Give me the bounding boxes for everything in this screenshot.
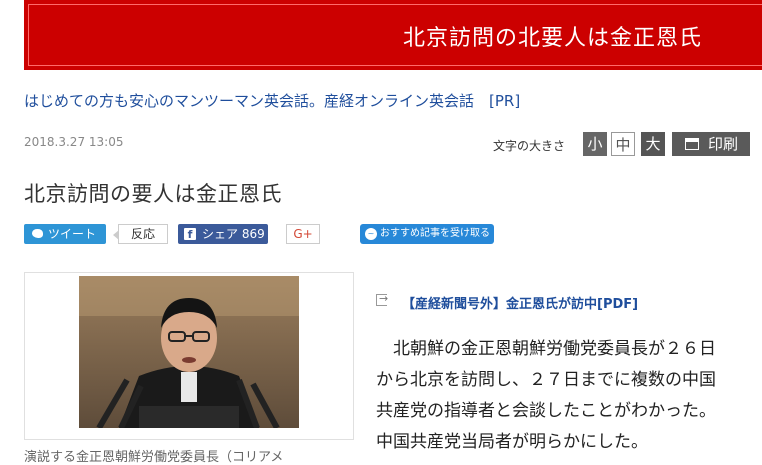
article-body: 北朝鮮の金正恩朝鮮労働党委員長が２６日 から北京を訪問し、２７日までに複数の中国…: [376, 334, 762, 458]
facebook-share-button[interactable]: f シェア 869: [178, 224, 268, 244]
pdf-extra-link[interactable]: 【産経新聞号外】金正恩氏が訪中[PDF]: [376, 292, 639, 312]
article-date: 2018.3.27 13:05: [24, 135, 124, 149]
pdf-link-label: 【産経新聞号外】金正恩氏が訪中[PDF]: [402, 297, 639, 312]
body-line: 北朝鮮の金正恩朝鮮労働党委員長が２６日: [376, 339, 716, 359]
font-size-medium-button[interactable]: 中: [611, 132, 635, 156]
twitter-bird-icon: [32, 229, 43, 238]
page-title: 北京訪問の要人は金正恩氏: [24, 182, 282, 206]
messenger-icon: ~: [365, 228, 377, 240]
body-line: 共産党の指導者と会談したことがわかった。: [376, 401, 716, 421]
share-label: シェア 869: [202, 227, 265, 241]
ad-link[interactable]: はじめての方も安心のマンツーマン英会話。産経オンライン英会話 [PR]: [24, 90, 520, 111]
facebook-icon: f: [184, 228, 196, 241]
print-label: 印刷: [708, 135, 739, 153]
recommend-subscribe-button[interactable]: ~ おすすめ記事を受け取る: [360, 224, 494, 244]
reaction-count-button[interactable]: 反応: [113, 224, 168, 244]
article-photo[interactable]: [79, 276, 299, 428]
photo-illustration: [79, 276, 299, 428]
google-plus-button[interactable]: G+: [286, 224, 320, 244]
photo-caption: 演説する金正恩朝鮮労働党委員長（コリアメ: [24, 450, 284, 465]
banner-title[interactable]: 北京訪問の北要人は金正恩氏: [403, 20, 702, 52]
tweet-label: ツイート: [48, 227, 97, 241]
font-size-large-button[interactable]: 大: [641, 132, 665, 156]
external-link-icon: [376, 292, 388, 306]
tweet-button[interactable]: ツイート: [24, 224, 106, 244]
font-size-label: 文字の大きさ: [493, 139, 566, 153]
header-banner[interactable]: 北京訪問の北要人は金正恩氏: [24, 0, 762, 70]
body-line: 中国共産党当局者が明らかにした。: [376, 432, 648, 452]
body-line: から北京を訪問し、２７日までに複数の中国: [376, 370, 716, 390]
font-size-small-button[interactable]: 小: [583, 132, 607, 156]
recommend-label: おすすめ記事を受け取る: [380, 228, 490, 239]
print-button[interactable]: 印刷: [672, 132, 750, 156]
printer-icon: [685, 138, 699, 150]
